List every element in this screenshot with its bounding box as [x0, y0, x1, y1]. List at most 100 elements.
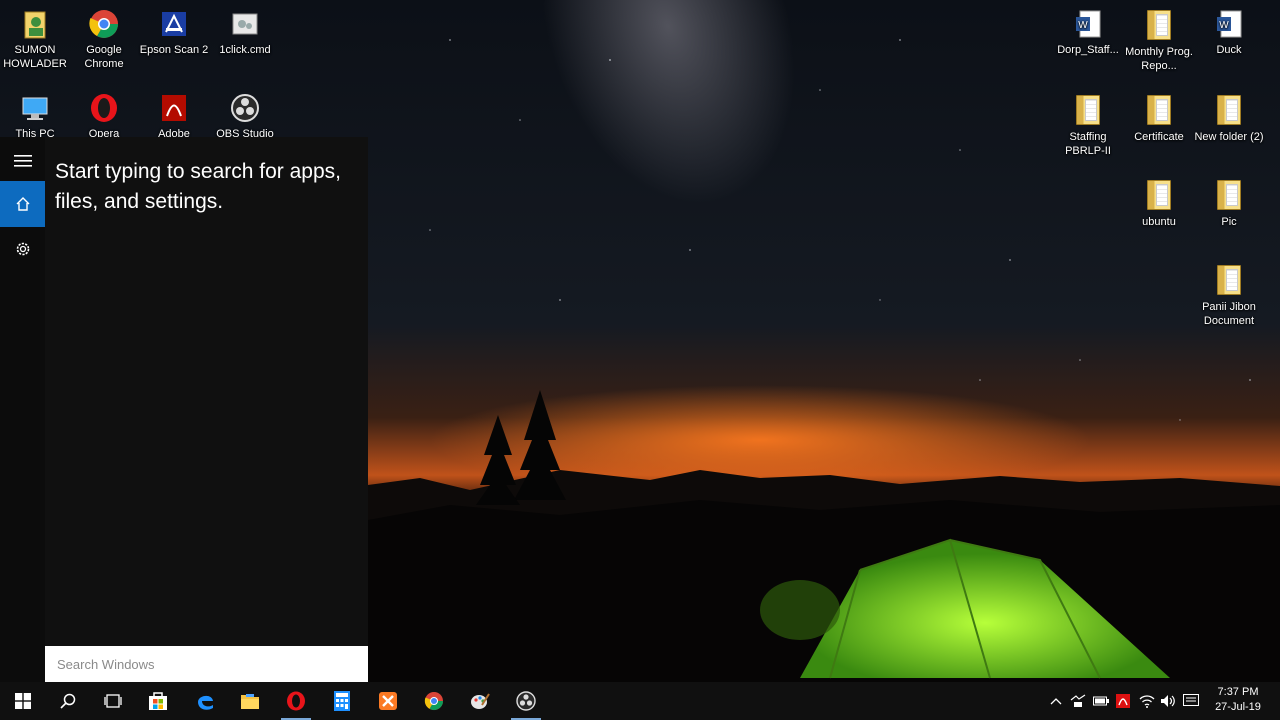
search-input[interactable]	[55, 655, 358, 673]
desktop-icon-ubuntu[interactable]: ubuntu	[1124, 178, 1194, 229]
taskbar: 7:37 PM 27-Jul-19	[0, 682, 1280, 720]
wifi-icon	[1139, 695, 1155, 708]
desktop-icon-this-pc[interactable]: This PC	[0, 92, 70, 141]
desktop-icon-opera[interactable]: Opera	[69, 92, 139, 141]
desktop-icon-new-folder-2[interactable]: New folder (2)	[1194, 93, 1264, 144]
desktop-icon-panii-jibon-document[interactable]: Panii Jibon Document	[1194, 263, 1264, 328]
folder-icon	[1072, 95, 1104, 127]
taskbar-xampp[interactable]	[365, 682, 411, 720]
taskbar-calculator[interactable]	[319, 682, 365, 720]
svg-text:W: W	[1078, 20, 1088, 31]
taskbar-paint[interactable]	[457, 682, 503, 720]
desktop-icon-obs-studio[interactable]: OBS Studio	[210, 92, 280, 141]
desktop-icon-adobe[interactable]: Adobe	[139, 92, 209, 141]
adobe-icon	[1116, 694, 1130, 708]
icon-label: New folder (2)	[1194, 131, 1264, 143]
icon-label: Pic	[1221, 216, 1237, 228]
taskbar-search-button[interactable]	[45, 682, 91, 720]
xampp-icon	[379, 692, 397, 710]
clock-time: 7:37 PM	[1217, 686, 1259, 698]
epson-scan-icon	[158, 8, 190, 40]
word-doc-icon: W	[1072, 8, 1104, 40]
tray-wifi[interactable]	[1139, 693, 1155, 709]
hamburger-icon	[13, 155, 32, 167]
folder-icon	[241, 694, 259, 709]
icon-label: Dorp_Staff...	[1057, 44, 1119, 56]
desktop-icon-sumon-howlader[interactable]: SUMON HOWLADER	[0, 8, 70, 71]
folder-icon	[1213, 95, 1245, 127]
desktop-icon-google-chrome[interactable]: Google Chrome	[69, 8, 139, 71]
search-icon	[60, 693, 76, 709]
folder-icon	[1213, 180, 1245, 212]
search-hint-text: Start typing to search for apps, files, …	[55, 160, 341, 213]
clock-date: 27-Jul-19	[1215, 701, 1261, 713]
user-folder-icon	[19, 8, 51, 40]
icon-label: SUMON HOWLADER	[3, 44, 67, 70]
settings-icon	[16, 242, 29, 256]
chrome-icon	[88, 8, 120, 40]
volume-icon	[1161, 695, 1175, 707]
obs-icon	[516, 691, 536, 711]
folder-icon	[1143, 95, 1175, 127]
hamburger-menu-button[interactable]	[0, 137, 45, 185]
opera-icon	[88, 92, 120, 124]
tray-keyboard[interactable]	[1183, 693, 1199, 709]
taskbar-store[interactable]	[135, 682, 181, 720]
icon-label: Monthly Prog. Repo...	[1125, 46, 1193, 72]
tray-battery[interactable]	[1093, 693, 1109, 709]
desktop-icon-certificate[interactable]: Certificate	[1124, 93, 1194, 144]
cmd-file-icon	[229, 8, 261, 40]
network-share-icon	[1070, 694, 1086, 707]
this-pc-icon	[19, 92, 51, 124]
home-button[interactable]	[0, 181, 45, 227]
taskbar-opera[interactable]	[273, 682, 319, 720]
icon-label: Duck	[1216, 44, 1242, 56]
icon-label: Certificate	[1134, 131, 1184, 143]
icon-label: Epson Scan 2	[139, 44, 209, 56]
settings-button[interactable]	[0, 225, 45, 273]
icon-label: ubuntu	[1142, 216, 1176, 228]
desktop-icon-pic[interactable]: Pic	[1194, 178, 1264, 229]
calculator-icon	[334, 691, 350, 711]
battery-icon	[1093, 696, 1109, 706]
obs-icon	[229, 92, 261, 124]
taskbar-clock[interactable]: 7:37 PM 27-Jul-19	[1208, 685, 1268, 715]
search-box[interactable]	[45, 646, 368, 682]
tray-volume[interactable]	[1160, 693, 1176, 709]
chevron-up-icon	[1050, 698, 1062, 705]
task-view-icon	[104, 694, 122, 708]
taskbar-obs[interactable]	[503, 682, 549, 720]
taskbar-edge[interactable]	[182, 682, 228, 720]
paint-icon	[471, 693, 490, 709]
taskbar-file-explorer[interactable]	[227, 682, 273, 720]
edge-icon	[198, 695, 213, 710]
icon-label: Panii Jibon Document	[1202, 301, 1256, 327]
folder-icon	[1143, 180, 1175, 212]
tray-adobe[interactable]	[1115, 693, 1131, 709]
notification-icon	[1183, 694, 1199, 706]
start-rail	[0, 137, 45, 682]
icon-label: Google Chrome	[84, 44, 124, 70]
desktop-icon-dorp-staff[interactable]: W Dorp_Staff...	[1053, 8, 1123, 57]
start-search-panel: Start typing to search for apps, files, …	[0, 137, 368, 682]
taskbar-chrome[interactable]	[411, 682, 457, 720]
show-hidden-icons-button[interactable]	[1048, 693, 1064, 709]
word-doc-icon: W	[1213, 8, 1245, 40]
adobe-icon	[158, 92, 190, 124]
svg-text:W: W	[1219, 20, 1229, 31]
desktop-icon-duck[interactable]: W Duck	[1194, 8, 1264, 57]
folder-icon	[1213, 265, 1245, 297]
desktop-icon-staffing-pbrlp[interactable]: Staffing PBRLP-II	[1053, 93, 1123, 158]
folder-icon	[1143, 10, 1175, 42]
desktop-icon-monthly-prog-repo[interactable]: Monthly Prog. Repo...	[1124, 8, 1194, 73]
desktop-icon-1click-cmd[interactable]: 1click.cmd	[210, 8, 280, 57]
tray-network-share[interactable]	[1070, 693, 1086, 709]
windows-logo-icon	[15, 693, 31, 709]
icon-label: Staffing PBRLP-II	[1065, 131, 1111, 157]
task-view-button[interactable]	[90, 682, 136, 720]
icon-label: 1click.cmd	[219, 44, 271, 56]
desktop-icon-epson-scan[interactable]: Epson Scan 2	[139, 8, 209, 57]
home-icon	[16, 197, 29, 211]
start-button[interactable]	[0, 682, 46, 720]
opera-icon	[287, 691, 305, 711]
